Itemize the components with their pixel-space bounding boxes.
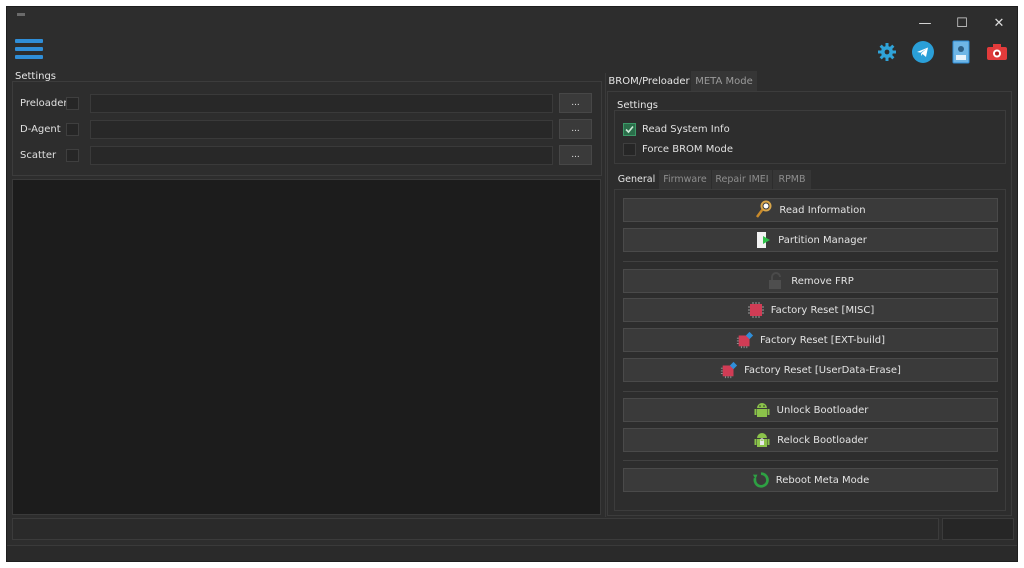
android-lock-icon	[753, 431, 771, 449]
reboot-icon	[752, 471, 770, 489]
scatter-checkbox[interactable]	[66, 149, 79, 162]
subtab-firmware[interactable]: Firmware	[659, 170, 711, 189]
settings-gear-icon[interactable]	[873, 38, 901, 66]
force-brom-mode-option[interactable]: Force BROM Mode	[623, 143, 733, 156]
read-system-info-checkbox[interactable]	[623, 123, 636, 136]
preloader-path-field[interactable]	[90, 94, 553, 113]
button-group-separator	[623, 391, 998, 392]
partition-manager-button[interactable]: Partition Manager	[623, 228, 998, 252]
preloader-label: Preloader	[20, 98, 68, 109]
screenshot-camera-icon[interactable]	[983, 38, 1011, 66]
chip-diamond-icon	[720, 361, 738, 379]
partition-manager-icon	[754, 231, 772, 249]
factory-reset-userdata-erase-button[interactable]: Factory Reset [UserData-Erase]	[623, 358, 998, 382]
factory-reset-ext-build-button[interactable]: Factory Reset [EXT-build]	[623, 328, 998, 352]
unlock-bootloader-button[interactable]: Unlock Bootloader	[623, 398, 998, 422]
force-brom-mode-checkbox[interactable]	[623, 143, 636, 156]
magnifier-icon	[755, 200, 773, 219]
factory-reset-misc-button[interactable]: Factory Reset [MISC]	[623, 298, 998, 322]
bottom-status-strip	[7, 545, 1017, 561]
tab-meta-mode[interactable]: META Mode	[691, 71, 757, 91]
remove-frp-label: Remove FRP	[791, 275, 854, 287]
progress-bar	[12, 518, 939, 540]
remove-frp-button[interactable]: Remove FRP	[623, 269, 998, 293]
lock-icon	[767, 272, 785, 290]
app-icon	[17, 13, 25, 16]
read-system-info-label: Read System Info	[642, 124, 730, 135]
d-agent-browse-button[interactable]: ...	[559, 119, 592, 139]
subtab-repair-imei[interactable]: Repair IMEI	[712, 170, 772, 189]
preloader-browse-button[interactable]: ...	[559, 93, 592, 113]
subtab-general[interactable]: General	[615, 170, 658, 189]
relock-bootloader-label: Relock Bootloader	[777, 434, 868, 446]
android-icon	[753, 401, 771, 419]
d-agent-path-field[interactable]	[90, 120, 553, 139]
scatter-browse-button[interactable]: ...	[559, 145, 592, 165]
factory-reset-misc-label: Factory Reset [MISC]	[770, 304, 875, 316]
minimize-button[interactable]: —	[911, 13, 939, 33]
tab-brom-preloader[interactable]: BROM/Preloader	[608, 71, 690, 91]
factory-reset-userdata-erase-label: Factory Reset [UserData-Erase]	[744, 364, 901, 376]
read-information-button[interactable]: Read Information	[623, 198, 998, 222]
read-system-info-option[interactable]: Read System Info	[623, 123, 730, 136]
chip-diamond-icon	[736, 331, 754, 349]
button-group-separator	[623, 261, 998, 262]
scatter-path-field[interactable]	[90, 146, 553, 165]
status-indicator	[942, 518, 1014, 540]
reboot-meta-mode-button[interactable]: Reboot Meta Mode	[623, 468, 998, 492]
panel-divider	[605, 73, 606, 517]
log-file-icon[interactable]	[947, 38, 975, 66]
preloader-checkbox[interactable]	[66, 97, 79, 110]
subtab-rpmb[interactable]: RPMB	[773, 170, 811, 189]
unlock-bootloader-label: Unlock Bootloader	[776, 404, 869, 416]
telegram-icon[interactable]	[909, 38, 937, 66]
relock-bootloader-button[interactable]: Relock Bootloader	[623, 428, 998, 452]
factory-reset-ext-build-label: Factory Reset [EXT-build]	[759, 334, 885, 346]
d-agent-checkbox[interactable]	[66, 123, 79, 136]
menu-icon[interactable]	[15, 39, 43, 65]
log-output-area[interactable]	[12, 179, 601, 515]
force-brom-mode-label: Force BROM Mode	[642, 144, 733, 155]
button-group-separator	[623, 460, 998, 461]
read-information-label: Read Information	[779, 204, 866, 216]
reboot-meta-mode-label: Reboot Meta Mode	[775, 474, 870, 486]
d-agent-label: D-Agent	[20, 124, 61, 135]
close-button[interactable]: ✕	[985, 13, 1013, 33]
app-window: — ☐ ✕ Settings Preloader ... D-Agent ...…	[6, 6, 1018, 562]
maximize-button[interactable]: ☐	[948, 13, 976, 33]
chip-icon	[747, 301, 765, 319]
partition-manager-label: Partition Manager	[778, 234, 867, 246]
scatter-label: Scatter	[20, 150, 57, 161]
